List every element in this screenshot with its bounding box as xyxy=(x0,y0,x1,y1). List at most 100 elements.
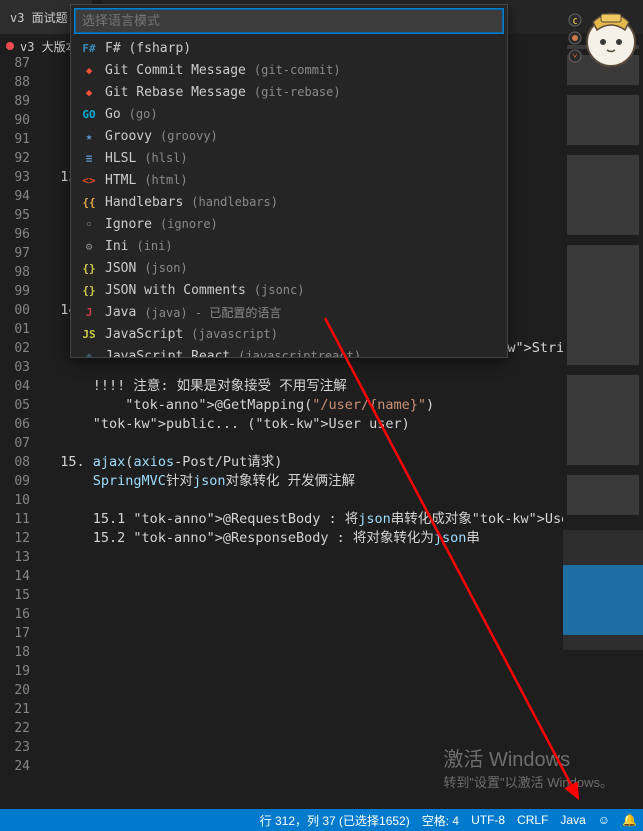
status-indentation[interactable]: 空格: 4 xyxy=(416,809,465,831)
code-line[interactable]: 15.2 "tok-anno">@ResponseBody : 将对象转化为js… xyxy=(40,529,563,548)
ignore-icon: ◦ xyxy=(81,216,97,232)
code-line[interactable]: "tok-kw">public... ("tok-kw">User user) xyxy=(40,415,563,434)
language-option-label: Ignore xyxy=(105,217,152,232)
language-option-label: Git Rebase Message xyxy=(105,85,246,100)
language-option-javascript[interactable]: JSJavaScript(javascript) xyxy=(71,323,507,345)
language-option-handlebars[interactable]: {{Handlebars(handlebars) xyxy=(71,191,507,213)
language-option-label: JavaScript React xyxy=(105,349,230,358)
javascript-icon: JS xyxy=(81,326,97,342)
language-option-hint: (json) xyxy=(144,261,187,275)
line-number: 08 xyxy=(0,453,30,472)
line-number: 97 xyxy=(0,244,30,263)
ini-icon: ⚙ xyxy=(81,238,97,254)
code-line[interactable]: 15.1 "tok-anno">@RequestBody : 将json串转化成… xyxy=(40,510,563,529)
status-eol[interactable]: CRLF xyxy=(511,809,554,831)
json-icon: {} xyxy=(81,260,97,276)
json-icon: {} xyxy=(81,282,97,298)
status-language-mode[interactable]: Java xyxy=(554,809,591,831)
code-line[interactable]: SpringMVC针对json对象转化 开发俩注解 xyxy=(40,472,563,491)
git-icon: ◆ xyxy=(81,84,97,100)
handlebars-icon: {{ xyxy=(81,194,97,210)
language-option-hint: (java) - 已配置的语言 xyxy=(144,304,281,321)
language-option-groovy[interactable]: ★Groovy(groovy) xyxy=(71,125,507,147)
language-option-hlsl[interactable]: ≡HLSL(hlsl) xyxy=(71,147,507,169)
language-option-git[interactable]: ◆Git Commit Message(git-commit) xyxy=(71,59,507,81)
language-option-ini[interactable]: ⚙ Ini (ini) xyxy=(71,235,507,257)
language-option-label: JSON with Comments xyxy=(105,283,246,298)
language-option-go[interactable]: GO Go (go) xyxy=(71,103,507,125)
javascript-icon: ⚛ xyxy=(81,348,97,357)
language-picker-input[interactable] xyxy=(75,9,503,33)
html-icon: <> xyxy=(81,172,97,188)
language-option-hint: (javascript) xyxy=(191,327,278,341)
line-number: 11 xyxy=(0,510,30,529)
line-number: 00 xyxy=(0,301,30,320)
line-number: 12 xyxy=(0,529,30,548)
code-line[interactable]: 15. ajax(axios-Post/Put请求) xyxy=(40,453,563,472)
java-icon: J xyxy=(81,304,97,320)
go-icon: GO xyxy=(81,106,97,122)
code-line[interactable]: !!!! 注意: 如果是对象接受 不用写注解 xyxy=(40,377,563,396)
language-option-f#[interactable]: F#F# (fsharp) xyxy=(71,37,507,59)
line-number: 93 xyxy=(0,168,30,187)
language-picker: F#F# (fsharp)◆Git Commit Message(git-com… xyxy=(70,4,508,358)
line-number: 94 xyxy=(0,187,30,206)
language-option-json[interactable]: {}JSON with Comments(jsonc) xyxy=(71,279,507,301)
language-option-html[interactable]: <>HTML(html) xyxy=(71,169,507,191)
line-number: 18 xyxy=(0,643,30,662)
groovy-icon: ★ xyxy=(81,128,97,144)
git-icon: ◆ xyxy=(81,62,97,78)
language-option-ignore[interactable]: ◦ Ignore (ignore) xyxy=(71,213,507,235)
notifications-bell-icon[interactable]: 🔔 xyxy=(616,809,643,831)
status-encoding[interactable]: UTF-8 xyxy=(465,809,511,831)
language-option-hint: (ignore) xyxy=(160,217,218,231)
line-number: 01 xyxy=(0,320,30,339)
language-option-hint: (ini) xyxy=(136,239,172,253)
language-picker-list: F#F# (fsharp)◆Git Commit Message(git-com… xyxy=(71,37,507,357)
line-number: 04 xyxy=(0,377,30,396)
language-option-label: Handlebars xyxy=(105,195,183,210)
line-number: 19 xyxy=(0,662,30,681)
line-number: 88 xyxy=(0,73,30,92)
line-number: 06 xyxy=(0,415,30,434)
line-number: 21 xyxy=(0,700,30,719)
hlsl-icon: ≡ xyxy=(81,150,97,166)
language-option-hint: (git-rebase) xyxy=(254,85,341,99)
language-option-label: Groovy xyxy=(105,129,152,144)
code-line[interactable] xyxy=(40,548,563,567)
line-number: 13 xyxy=(0,548,30,567)
feedback-icon[interactable]: ☺ xyxy=(592,809,616,831)
line-number: 91 xyxy=(0,130,30,149)
line-number: 24 xyxy=(0,757,30,776)
language-option-javascript[interactable]: ⚛JavaScript React(javascriptreact) xyxy=(71,345,507,357)
minimap[interactable] xyxy=(563,35,643,809)
language-option-json[interactable]: {}JSON(json) xyxy=(71,257,507,279)
f#-icon: F# xyxy=(81,40,97,56)
code-line[interactable] xyxy=(40,491,563,510)
line-number: 20 xyxy=(0,681,30,700)
avatar-mascot: C xyxy=(563,0,643,80)
line-gutter: 8687888990919293949596979899000102030405… xyxy=(0,35,40,809)
language-option-hint: (go) xyxy=(129,107,158,121)
status-bar: 行 312，列 37 (已选择1652) 空格: 4 UTF-8 CRLF Ja… xyxy=(0,809,643,831)
status-cursor-position[interactable]: 行 312，列 37 (已选择1652) xyxy=(254,809,416,831)
tab-label: v3 面试题 xyxy=(10,9,68,26)
language-option-java[interactable]: J Java (java) - 已配置的语言 xyxy=(71,301,507,323)
line-number: 99 xyxy=(0,282,30,301)
line-number: 09 xyxy=(0,472,30,491)
code-line[interactable]: "tok-anno">@GetMapping("/user/{name}") xyxy=(40,396,563,415)
language-option-label: Ini xyxy=(105,239,128,254)
line-number: 23 xyxy=(0,738,30,757)
line-number: 92 xyxy=(0,149,30,168)
language-option-label: HLSL xyxy=(105,151,136,166)
line-number: 96 xyxy=(0,225,30,244)
line-number: 89 xyxy=(0,92,30,111)
language-option-label: Go xyxy=(105,107,121,122)
code-line[interactable] xyxy=(40,358,563,377)
line-number: 90 xyxy=(0,111,30,130)
language-option-git[interactable]: ◆ Git Rebase Message (git-rebase) xyxy=(71,81,507,103)
language-option-label: Java xyxy=(105,305,136,320)
watermark-subtitle: 转到"设置"以激活 Windows。 xyxy=(443,772,613,791)
code-line[interactable] xyxy=(40,434,563,453)
line-number: 98 xyxy=(0,263,30,282)
